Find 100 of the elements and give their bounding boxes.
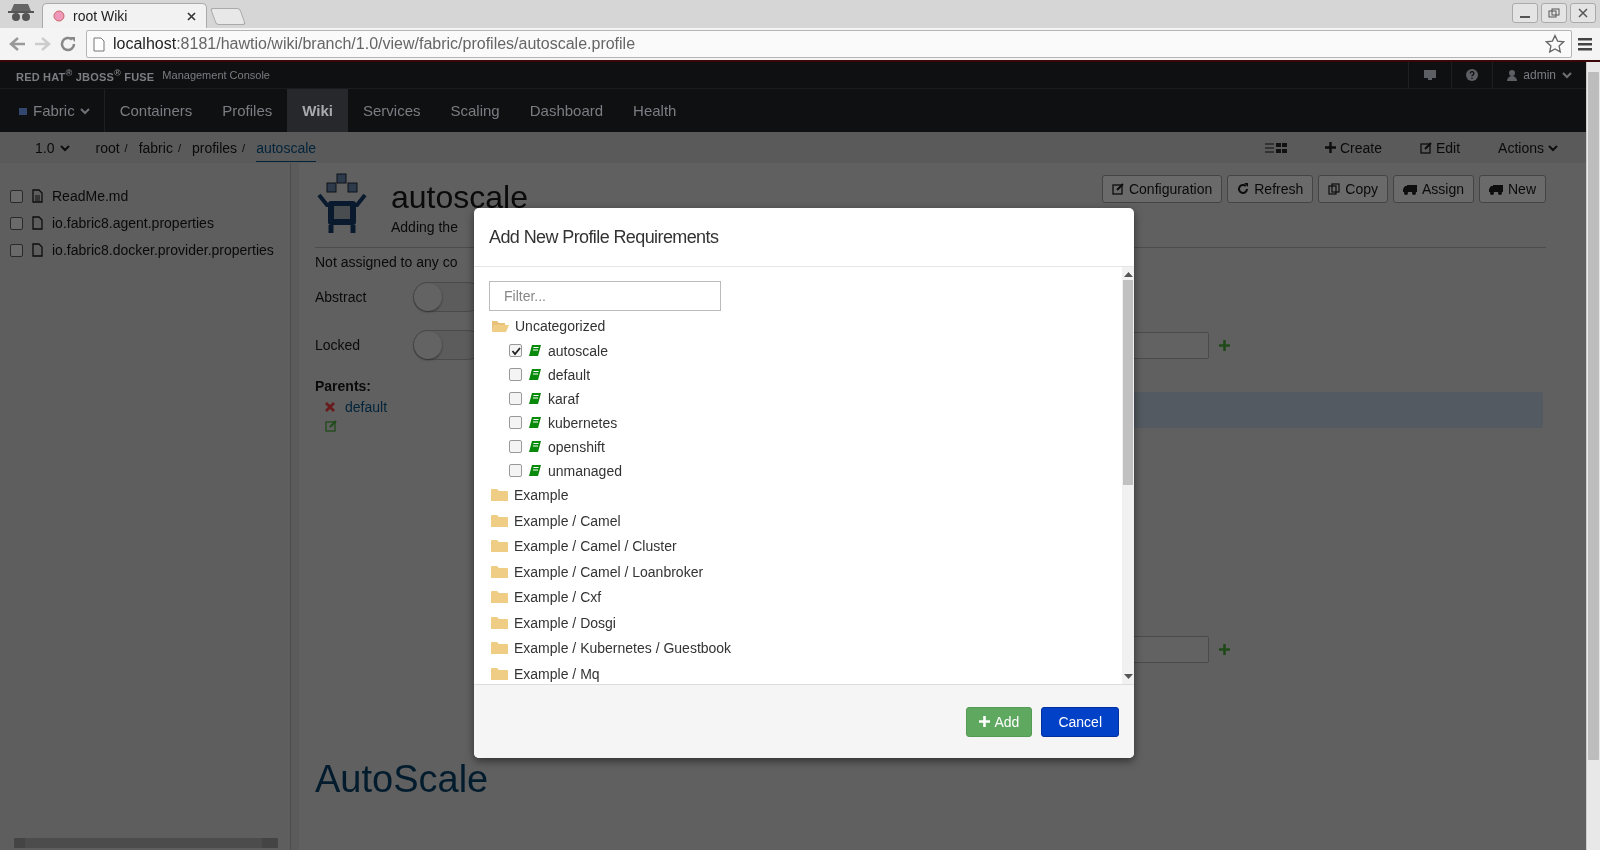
filter-field[interactable]: Filter... [489,281,721,311]
profile-checkbox[interactable] [509,440,522,453]
view-toggle-icon[interactable] [1264,141,1287,154]
folder-label[interactable]: Example / Dosgi [514,614,616,631]
profile-checkbox[interactable] [509,392,522,405]
nav-tab[interactable]: Health [618,89,692,132]
profile-action-button[interactable]: Assign [1392,175,1474,203]
remove-icon[interactable] [325,402,335,412]
scroll-down-icon[interactable] [1123,674,1133,680]
star-icon[interactable] [1545,34,1565,54]
help-icon [1466,69,1479,81]
profile-checkbox[interactable] [509,416,522,429]
readme-heading: AutoScale [315,758,490,801]
page-scrollbar[interactable] [1586,62,1600,850]
caret-icon [79,106,90,115]
book-icon [528,464,542,477]
breadcrumb-separator: / [177,141,181,154]
plus-icon [1324,142,1336,153]
dialog-title: Add New Profile Requirements [489,226,719,248]
plus-icon [979,716,991,727]
nav-tab[interactable]: Dashboard [514,89,619,132]
profile-label[interactable]: openshift [548,438,605,455]
file-checkbox[interactable] [10,243,23,257]
profile-action-button[interactable]: Copy [1318,175,1388,203]
minimize-icon [1520,15,1530,18]
profile-checkbox[interactable] [509,344,522,357]
version-dropdown[interactable]: 1.0 [35,139,71,156]
close-icon [1577,8,1589,18]
file-link[interactable]: io.fabric8.docker.provider.properties [52,242,274,258]
fabric-icon [18,105,28,116]
profile-label[interactable]: kubernetes [548,414,618,431]
caret-icon [1548,143,1558,152]
create-button[interactable]: Create [1324,139,1382,156]
close-button[interactable] [1570,3,1596,23]
minimize-button[interactable] [1512,3,1538,23]
book-icon [528,392,542,405]
profile-title: autoscale [391,179,528,215]
edit-icon [1111,183,1124,195]
nav-tab[interactable]: Scaling [435,89,515,132]
list-scrollbar[interactable] [1122,267,1134,684]
breadcrumb-link[interactable]: fabric [138,133,173,162]
profile-label[interactable]: autoscale [548,342,608,359]
profile-label[interactable]: default [548,366,591,383]
folder-label[interactable]: Example / Mq [514,665,600,682]
profile-checkbox[interactable] [509,368,522,381]
cancel-button[interactable]: Cancel [1041,706,1119,737]
scroll-up-icon[interactable] [1123,271,1133,277]
breadcrumb-separator: / [124,141,128,154]
caret-icon [60,143,71,152]
browser-tab[interactable]: root Wiki [42,3,207,28]
profile-action-button[interactable]: Refresh [1227,175,1314,203]
truck-icon [1402,183,1417,195]
edit-icon[interactable] [325,420,337,432]
truck-icon [1489,183,1503,195]
folder-label[interactable]: Uncategorized [515,317,606,334]
incognito-icon [6,2,36,24]
folder-label[interactable]: Example / Camel [514,512,621,529]
nav-tab[interactable]: Containers [104,89,208,132]
profile-label[interactable]: karaf [548,390,580,407]
folder-label[interactable]: Example [514,487,569,504]
address-bar[interactable]: localhost:8181/hawtio/wiki/branch/1.0/view/fabric/profiles/autoscale.profile [86,30,1572,58]
console-title: Management Console [162,69,270,81]
file-link[interactable]: ReadMe.md [52,188,129,204]
nav-tab[interactable]: Services [347,89,436,132]
profile-action-button[interactable]: Configuration [1101,175,1223,203]
folder-label[interactable]: Example / Cxf [514,589,602,606]
file-link[interactable]: io.fabric8.agent.properties [52,215,214,231]
breadcrumb-link[interactable]: profiles [191,133,238,162]
profile-action-button[interactable]: New [1479,175,1546,203]
breadcrumb-link[interactable]: root [95,133,120,162]
reload-icon[interactable] [58,34,78,54]
profile-checkbox[interactable] [509,464,522,477]
folder-label[interactable]: Example / Camel / Cluster [514,538,677,555]
restore-button[interactable] [1541,3,1567,23]
file-checkbox[interactable] [10,189,23,203]
file-icon [32,243,43,257]
profile-label[interactable]: unmanaged [548,462,622,479]
new-tab-button[interactable] [209,8,247,25]
menu-icon[interactable] [1576,35,1594,53]
brand-logo: RED HAT$^{®}$ JBOSS$^{®}$ FUSE [16,67,155,83]
file-checkbox[interactable] [10,216,23,230]
folder-label[interactable]: Example / Kubernetes / Guestbook [514,640,732,657]
favicon-icon [53,10,65,22]
horizontal-scrollbar[interactable] [14,838,278,848]
folder-label[interactable]: Example / Camel / Loanbroker [514,563,704,580]
close-icon[interactable] [187,11,196,21]
user-icon [1507,69,1518,81]
nav-tab[interactable]: Wiki [287,89,348,132]
add-icon[interactable] [1219,644,1230,655]
book-icon [528,440,542,453]
copy-icon [1328,183,1341,195]
add-icon[interactable] [1219,339,1230,351]
breadcrumb-separator: / [242,141,246,154]
nav-tab[interactable]: Profiles [207,89,288,132]
edit-icon [1419,141,1432,154]
switch-label: Abstract [315,289,368,305]
restore-icon [1548,8,1560,18]
actions-dropdown[interactable]: Actions [1498,139,1558,156]
edit-button[interactable]: Edit [1419,139,1461,156]
parent-link[interactable]: default [345,399,388,415]
